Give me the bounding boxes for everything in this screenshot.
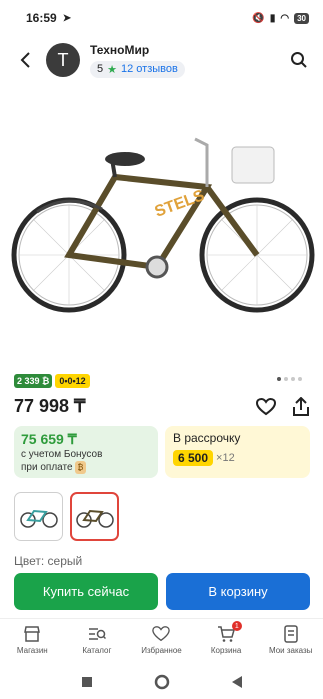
- shop-name[interactable]: ТехноМир: [90, 43, 185, 57]
- product-price: 77 998 ₸: [14, 396, 86, 416]
- shop-header: T ТехноМир 5 ★ 12 отзывов: [0, 36, 323, 84]
- nav-orders[interactable]: Мои заказы: [258, 619, 323, 664]
- recents-icon[interactable]: [80, 675, 94, 689]
- search-button[interactable]: [287, 48, 311, 72]
- star-icon: ★: [107, 63, 117, 76]
- shop-avatar[interactable]: T: [46, 43, 80, 77]
- shop-rating[interactable]: 5 ★ 12 отзывов: [90, 60, 185, 78]
- bicycle-image: STELS: [11, 137, 314, 313]
- catalog-icon: [88, 628, 106, 640]
- gallery-dots: [277, 377, 302, 381]
- wifi-icon: ◠: [280, 12, 290, 24]
- installment-card[interactable]: В рассрочку 6 500 ×12: [165, 426, 310, 478]
- installment-badge: 0•0•12: [55, 374, 90, 388]
- status-bar: 16:59 ➤ 🔇 ▮ ◠ 30: [0, 0, 323, 36]
- bonus-note-line2: при оплате: [21, 462, 73, 473]
- bicycle-thumb-image: [75, 509, 114, 528]
- back-arrow-icon: [20, 52, 30, 68]
- nav-cart-label: Корзина: [210, 646, 242, 655]
- product-image[interactable]: STELS: [0, 84, 323, 350]
- bonus-price-card[interactable]: 75 659 ₸ с учетом Бонусов при оплате ₿: [14, 426, 158, 478]
- system-navigation: [0, 664, 323, 699]
- gallery-dot: [284, 377, 288, 381]
- buy-now-button[interactable]: Купить сейчас: [14, 573, 158, 610]
- variant-thumb-1[interactable]: [14, 492, 63, 541]
- bonus-badge: 2 339 ₿: [14, 374, 53, 388]
- back-button[interactable]: [14, 49, 36, 71]
- status-time: 16:59: [26, 11, 57, 25]
- gallery-dot: [291, 377, 295, 381]
- telegram-icon: ➤: [62, 12, 72, 24]
- installment-months: ×12: [216, 452, 235, 464]
- search-icon: [291, 52, 307, 68]
- share-icon[interactable]: [292, 396, 310, 417]
- bicycle-thumb-image: [19, 509, 58, 528]
- nav-cart[interactable]: 1 Корзина: [194, 619, 259, 664]
- bonus-price: 75 659 ₸: [21, 431, 77, 447]
- installment-amount: 6 500: [173, 450, 214, 466]
- reviews-link[interactable]: 12 отзывов: [121, 63, 178, 75]
- bonus-coin-icon: ₿: [74, 461, 87, 474]
- nav-catalog[interactable]: Каталог: [65, 619, 130, 664]
- variant-thumb-2[interactable]: [70, 492, 119, 541]
- rating-value: 5: [97, 63, 104, 75]
- nav-catalog-label: Каталог: [82, 646, 112, 655]
- installment-title: В рассрочку: [173, 431, 241, 445]
- color-label: Цвет: серый: [14, 554, 83, 568]
- nav-orders-label: Мои заказы: [268, 646, 313, 655]
- heart-icon[interactable]: [256, 397, 276, 416]
- orders-icon: [283, 625, 298, 643]
- gallery-dot: [298, 377, 302, 381]
- gallery-dot: [277, 377, 281, 381]
- signal-icon: ▮: [269, 12, 276, 24]
- battery-icon: 30: [294, 12, 309, 24]
- bonus-note-line1: с учетом Бонусов: [21, 449, 103, 460]
- nav-favorites[interactable]: Избранное: [129, 619, 194, 664]
- add-to-cart-button[interactable]: В корзину: [166, 573, 310, 610]
- favorites-heart-icon: [152, 626, 171, 642]
- bottom-navigation: Магазин Каталог Избранное 1 Корзина Мои …: [0, 618, 323, 664]
- cart-count-badge: 1: [231, 621, 242, 631]
- home-icon[interactable]: [154, 674, 170, 690]
- nav-favorites-label: Избранное: [141, 646, 182, 655]
- nav-shop[interactable]: Магазин: [0, 619, 65, 664]
- mute-icon: 🔇: [252, 12, 265, 24]
- store-icon: [24, 626, 41, 642]
- svg-text:STELS: STELS: [152, 187, 207, 221]
- nav-shop-label: Магазин: [16, 646, 48, 655]
- back-triangle-icon[interactable]: [230, 675, 244, 689]
